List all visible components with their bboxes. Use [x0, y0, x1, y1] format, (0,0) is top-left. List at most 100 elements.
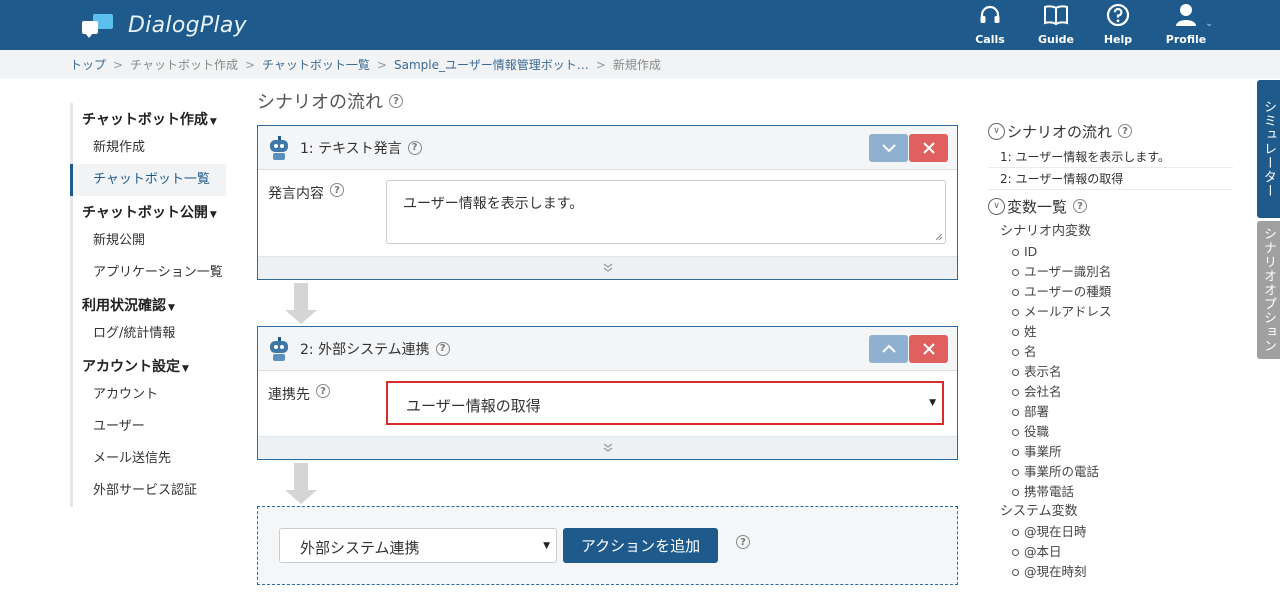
add-action-panel: 外部システム連携 ▼ アクションを追加 ?: [257, 506, 958, 585]
sidebar-group-title[interactable]: チャットボット作成 ▼: [73, 103, 226, 132]
expand-footer[interactable]: [258, 256, 957, 279]
sidebar-group-account: アカウント設定 ▼ アカウント ユーザー メール送信先 外部サービス認証: [70, 350, 226, 507]
sidebar-group-title[interactable]: 利用状況確認 ▼: [73, 289, 226, 318]
page-title: シナリオの流れ ?: [257, 88, 403, 114]
profile-chevron-down-icon[interactable]: ⌄: [1205, 18, 1213, 29]
help-icon[interactable]: ?: [1118, 124, 1133, 138]
help-icon[interactable]: ?: [736, 535, 750, 549]
scenario-panel: ∨ シナリオの流れ ? 1: ユーザー情報を表示します。 2: ユーザー情報の取…: [988, 120, 1233, 582]
variable-item[interactable]: 会社名: [988, 382, 1233, 402]
breadcrumb-bot[interactable]: Sample_ユーザー情報管理ボット…: [394, 56, 589, 73]
sidebar-group-title-text: 利用状況確認: [82, 298, 166, 314]
variable-item[interactable]: ID: [988, 242, 1233, 262]
help-icon[interactable]: ?: [1073, 199, 1088, 213]
breadcrumb-list[interactable]: チャットボット一覧: [262, 56, 370, 73]
sidebar-group-title[interactable]: チャットボット公開 ▼: [73, 196, 226, 225]
double-chevron-down-icon: [603, 443, 612, 452]
step-title: 2: 外部システム連携: [300, 341, 430, 358]
variable-item[interactable]: 表示名: [988, 362, 1233, 382]
book-icon: [1043, 3, 1069, 27]
utterance-textarea[interactable]: ユーザー情報を表示します。: [386, 180, 946, 244]
sidebar-item-logs[interactable]: ログ/統計情報: [73, 318, 226, 350]
help-icon[interactable]: ?: [407, 140, 422, 155]
resize-handle-icon: [935, 233, 943, 241]
sidebar-group-create: チャットボット作成 ▼ 新規作成 チャットボット一覧: [70, 103, 226, 196]
caret-down-icon: ▼: [182, 364, 189, 374]
sidebar-item-mail[interactable]: メール送信先: [73, 443, 226, 475]
collapse-button[interactable]: [869, 134, 908, 162]
vars-section-toggle[interactable]: ∨ 変数一覧 ?: [988, 195, 1233, 217]
delete-button[interactable]: [909, 134, 948, 162]
integration-select[interactable]: ユーザー情報の取得 ▼: [386, 381, 944, 425]
flow-section-toggle[interactable]: ∨ シナリオの流れ ?: [988, 120, 1233, 142]
sidebar-group-usage: 利用状況確認 ▼ ログ/統計情報: [70, 289, 226, 350]
sidebar-group-title-text: アカウント設定: [82, 359, 180, 375]
sidebar-item-new[interactable]: 新規作成: [73, 132, 226, 164]
collapse-button[interactable]: [869, 335, 908, 363]
nav-profile[interactable]: Profile: [1166, 0, 1206, 50]
tab-simulator[interactable]: シミュレーター: [1257, 80, 1280, 218]
nav-help[interactable]: Help: [1101, 0, 1135, 50]
field-label: 連携先?: [268, 381, 386, 426]
variable-item[interactable]: 役職: [988, 422, 1233, 442]
field-label: 発言内容?: [268, 180, 386, 246]
app-logo[interactable]: DialogPlay: [82, 11, 247, 39]
headset-icon: [979, 3, 1001, 27]
page-title-text: シナリオの流れ: [257, 92, 383, 113]
variable-item[interactable]: 携帯電話: [988, 482, 1233, 502]
step-card-1: 1: テキスト発言 ? 発言内容? ユーザー情報を表示します。: [257, 125, 958, 280]
help-icon[interactable]: ?: [316, 384, 330, 398]
double-chevron-down-icon: [603, 263, 612, 272]
scenario-vars-list: ID ユーザー識別名 ユーザーの種類 メールアドレス姓名表示名 会社名 部署 役職 事業所 事業…: [988, 242, 1233, 502]
breadcrumb-top[interactable]: トップ: [70, 56, 106, 73]
sidebar-group-title-text: チャットボット作成: [82, 112, 208, 128]
help-icon[interactable]: ?: [435, 341, 450, 356]
expand-footer[interactable]: [258, 436, 957, 459]
flow-section-title: シナリオの流れ: [1007, 122, 1113, 141]
sidebar-item-bot-list[interactable]: チャットボット一覧: [70, 164, 226, 196]
action-type-select[interactable]: 外部システム連携 ▼: [279, 528, 557, 563]
variable-item[interactable]: @現在日時: [988, 522, 1233, 542]
sidebar-item-new-publish[interactable]: 新規公開: [73, 225, 226, 257]
variable-item[interactable]: @本日: [988, 542, 1233, 562]
flow-item[interactable]: 2: ユーザー情報の取得: [988, 168, 1233, 190]
variable-item[interactable]: 姓: [988, 322, 1233, 342]
nav-calls[interactable]: Calls: [973, 0, 1007, 50]
breadcrumb-current: 新規作成: [612, 58, 661, 72]
step-body: 発言内容? ユーザー情報を表示します。: [258, 170, 957, 256]
breadcrumb-create: チャットボット作成: [130, 58, 238, 72]
chevron-up-icon: [881, 344, 896, 353]
flow-item[interactable]: 1: ユーザー情報を表示します。: [988, 146, 1233, 168]
nav-guide-label: Guide: [1038, 33, 1074, 46]
sidebar-item-users[interactable]: ユーザー: [73, 411, 226, 443]
caret-down-icon: ▼: [209, 210, 217, 220]
variable-item[interactable]: メールアドレス: [988, 302, 1233, 322]
sidebar-item-app-list[interactable]: アプリケーション一覧: [73, 257, 226, 289]
chevron-down-icon: ∨: [988, 197, 1005, 215]
sidebar-item-external-auth[interactable]: 外部サービス認証: [73, 475, 226, 507]
variable-item[interactable]: ユーザーの種類: [988, 282, 1233, 302]
chevron-down-icon: [881, 144, 896, 153]
help-icon[interactable]: ?: [389, 94, 403, 108]
sidebar-item-account[interactable]: アカウント: [73, 379, 226, 411]
add-action-button[interactable]: アクションを追加: [563, 528, 718, 563]
tab-scenario-option[interactable]: シナリオオプション: [1257, 221, 1280, 359]
nav-help-label: Help: [1103, 33, 1133, 46]
variable-item[interactable]: @現在時刻: [988, 562, 1233, 582]
nav-guide[interactable]: Guide: [1038, 0, 1074, 50]
help-icon[interactable]: ?: [330, 183, 344, 197]
flow-item-label: 2: ユーザー情報の取得: [1000, 172, 1124, 186]
variable-item[interactable]: 事業所の電話: [988, 462, 1233, 482]
nav-profile-label: Profile: [1165, 33, 1207, 46]
sidebar-group-title[interactable]: アカウント設定 ▼: [73, 350, 226, 379]
close-icon: [922, 343, 935, 355]
utterance-text: ユーザー情報を表示します。: [403, 196, 584, 212]
sidebar-group-title-text: チャットボット公開: [82, 205, 208, 221]
variable-item[interactable]: 名: [988, 342, 1233, 362]
delete-button[interactable]: [909, 335, 948, 363]
flow-arrow-icon: [285, 463, 317, 504]
variable-item[interactable]: 事業所: [988, 442, 1233, 462]
nav-calls-label: Calls: [975, 33, 1005, 46]
variable-item[interactable]: ユーザー識別名: [988, 262, 1233, 282]
variable-item[interactable]: 部署: [988, 402, 1233, 422]
